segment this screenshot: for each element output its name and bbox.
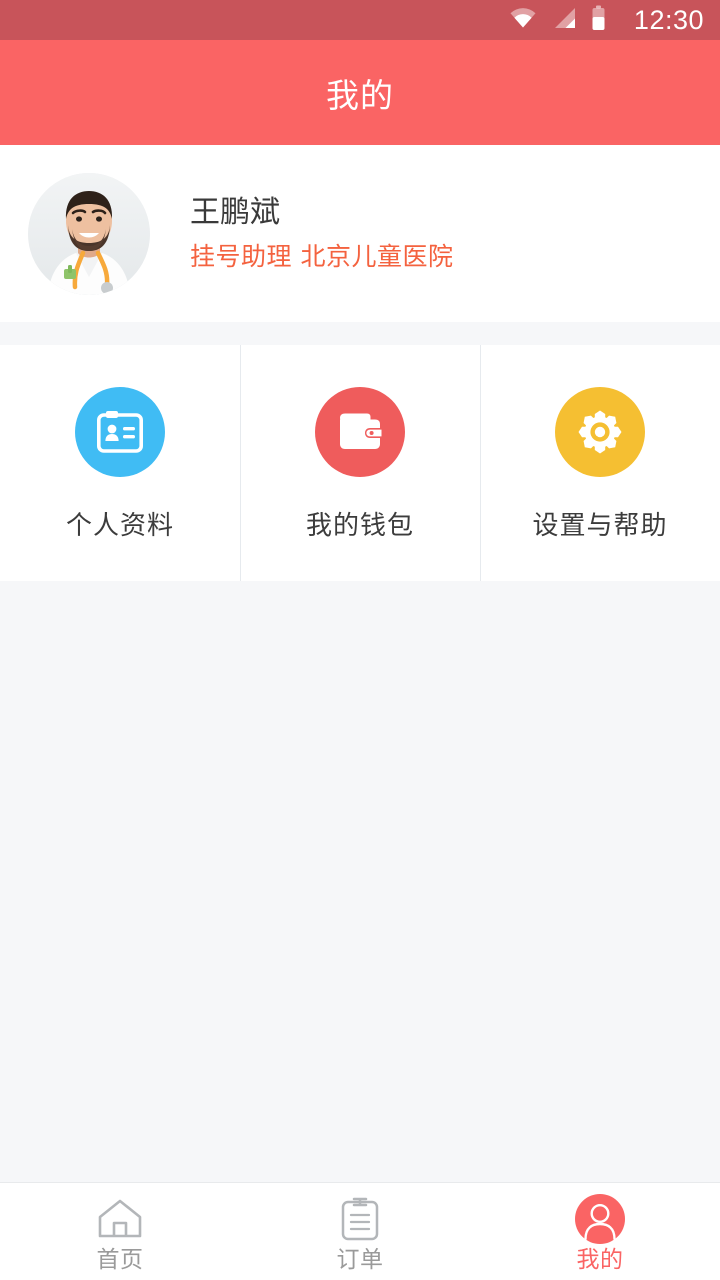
shortcut-my-wallet[interactable]: 我的钱包: [240, 345, 480, 581]
gear-icon: [555, 387, 645, 477]
battery-icon: [591, 5, 606, 35]
nav-label: 首页: [96, 1246, 144, 1273]
profile-card[interactable]: 王鹏斌 挂号助理 北京儿童医院: [0, 145, 720, 322]
wifi-icon: [509, 7, 537, 33]
bottom-navigation-bar: 首页 订单 我的: [0, 1182, 720, 1280]
page-title: 我的: [326, 75, 394, 115]
shortcut-label: 设置与帮助: [532, 511, 668, 541]
nav-label: 我的: [576, 1246, 624, 1273]
shortcut-label: 我的钱包: [305, 511, 414, 541]
clipboard-order-icon: [341, 1196, 379, 1242]
nav-orders[interactable]: 订单: [240, 1183, 480, 1280]
shortcut-personal-profile[interactable]: 个人资料: [0, 345, 240, 581]
status-bar-clock: 12:30: [633, 4, 704, 35]
shortcut-grid: 个人资料 我的钱包 设置与帮助: [0, 345, 720, 581]
nav-label: 订单: [336, 1246, 384, 1273]
profile-name: 王鹏斌: [190, 195, 280, 230]
nav-home[interactable]: 首页: [0, 1183, 240, 1280]
profile-role-hospital: 挂号助理 北京儿童医院: [190, 242, 454, 271]
section-divider: [0, 322, 720, 345]
app-header: 我的: [0, 40, 720, 145]
status-bar-icons: 12:30: [509, 5, 704, 35]
doctor-photo-avatar: [28, 172, 150, 295]
home-icon: [97, 1196, 143, 1242]
app-screen: 12:30 我的 王鹏斌 挂号助理 北京儿童医院 个人资料 我的钱包 设置与帮助…: [0, 0, 720, 1280]
nav-profile[interactable]: 我的: [480, 1183, 720, 1280]
status-bar: 12:30: [0, 0, 720, 40]
avatar[interactable]: [28, 172, 150, 295]
profile-info: 王鹏斌 挂号助理 北京儿童医院: [190, 195, 454, 271]
shortcut-label: 个人资料: [65, 511, 174, 541]
page-body-empty-area: [0, 581, 720, 1182]
wallet-icon: [315, 387, 405, 477]
person-icon: [575, 1193, 625, 1244]
id-card-icon: [75, 387, 165, 477]
cellular-signal-icon: [551, 7, 577, 33]
shortcut-settings-help[interactable]: 设置与帮助: [480, 345, 720, 581]
